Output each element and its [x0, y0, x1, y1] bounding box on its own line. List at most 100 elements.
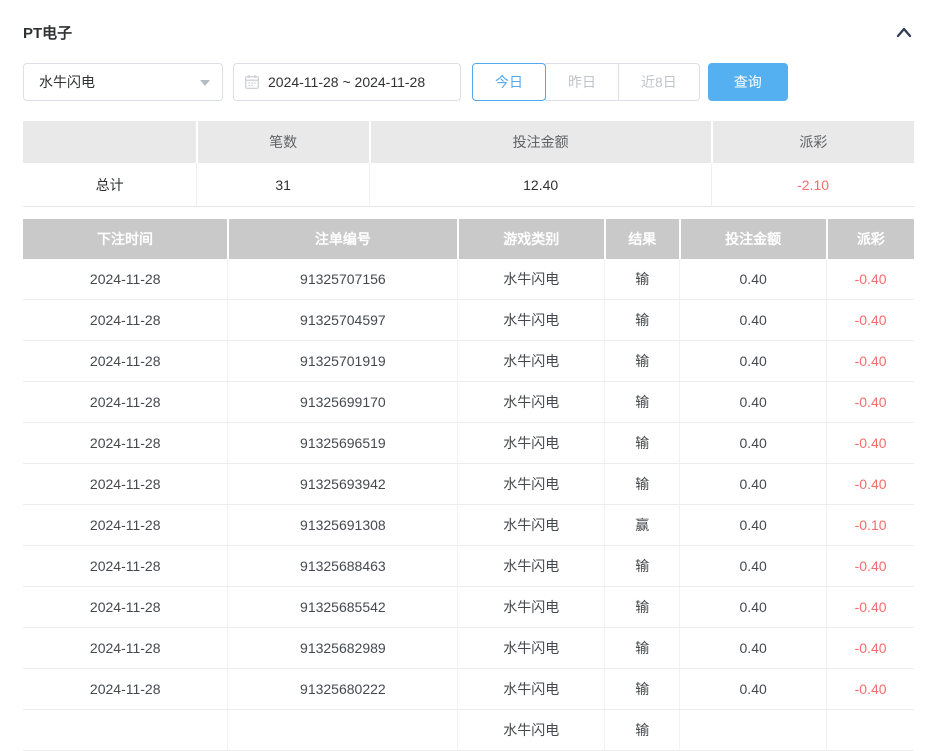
cell-game-type: 水牛闪电	[458, 300, 605, 341]
cell-result: 输	[605, 710, 680, 751]
cell-result: 输	[605, 669, 680, 710]
summary-header-blank	[23, 121, 197, 163]
cell-game-type: 水牛闪电	[458, 546, 605, 587]
cell-order-no: 91325707156	[228, 259, 458, 300]
table-row: 2024-11-2891325688463水牛闪电输0.40-0.40	[23, 546, 914, 587]
date-range-value: 2024-11-28 ~ 2024-11-28	[268, 74, 425, 90]
summary-header-count: 笔数	[197, 121, 370, 163]
chevron-up-icon	[895, 25, 913, 39]
cell-game-type: 水牛闪电	[458, 628, 605, 669]
table-row: 2024-11-2891325704597水牛闪电输0.40-0.40	[23, 300, 914, 341]
cell-result: 输	[605, 628, 680, 669]
cell-payout: -0.40	[827, 546, 914, 587]
cell-bet-amount: 0.40	[680, 546, 827, 587]
last-8-days-button[interactable]: 近8日	[618, 63, 700, 101]
cell-result: 输	[605, 546, 680, 587]
cell-payout: -0.40	[827, 587, 914, 628]
cell-payout: -0.40	[827, 628, 914, 669]
game-select[interactable]: 水牛闪电	[23, 63, 223, 101]
detail-header-bet-time: 下注时间	[23, 219, 228, 259]
query-button[interactable]: 查询	[708, 63, 788, 101]
cell-payout: -0.40	[827, 382, 914, 423]
cell-result: 输	[605, 382, 680, 423]
cell-game-type: 水牛闪电	[458, 382, 605, 423]
cell-bet-time	[23, 710, 228, 751]
cell-bet-amount	[680, 710, 827, 751]
today-button[interactable]: 今日	[472, 63, 546, 101]
cell-bet-amount: 0.40	[680, 464, 827, 505]
cell-bet-time: 2024-11-28	[23, 546, 228, 587]
cell-bet-amount: 0.40	[680, 423, 827, 464]
collapse-panel-button[interactable]	[894, 22, 914, 42]
cell-bet-amount: 0.40	[680, 259, 827, 300]
page-title: PT电子	[23, 22, 72, 43]
cell-result: 输	[605, 464, 680, 505]
cell-game-type: 水牛闪电	[458, 710, 605, 751]
cell-order-no: 91325693942	[228, 464, 458, 505]
table-row: 2024-11-2891325696519水牛闪电输0.40-0.40	[23, 423, 914, 464]
table-row: 水牛闪电输	[23, 710, 914, 751]
summary-header-payout: 派彩	[712, 121, 914, 163]
detail-header-game-type: 游戏类别	[458, 219, 605, 259]
detail-header-bet-amount: 投注金额	[680, 219, 827, 259]
table-row: 2024-11-2891325693942水牛闪电输0.40-0.40	[23, 464, 914, 505]
cell-game-type: 水牛闪电	[458, 464, 605, 505]
table-row: 2024-11-2891325701919水牛闪电输0.40-0.40	[23, 341, 914, 382]
cell-order-no: 91325701919	[228, 341, 458, 382]
cell-bet-amount: 0.40	[680, 382, 827, 423]
summary-total-count: 31	[197, 163, 370, 207]
cell-bet-time: 2024-11-28	[23, 423, 228, 464]
cell-result: 输	[605, 259, 680, 300]
detail-header-order-no: 注单编号	[228, 219, 458, 259]
yesterday-button[interactable]: 昨日	[545, 63, 619, 101]
cell-bet-time: 2024-11-28	[23, 505, 228, 546]
cell-payout: -0.40	[827, 669, 914, 710]
cell-bet-time: 2024-11-28	[23, 259, 228, 300]
cell-bet-time: 2024-11-28	[23, 669, 228, 710]
caret-down-icon	[200, 80, 210, 86]
cell-result: 输	[605, 587, 680, 628]
cell-payout: -0.40	[827, 464, 914, 505]
detail-header-result: 结果	[605, 219, 680, 259]
cell-order-no: 91325680222	[228, 669, 458, 710]
cell-order-no: 91325699170	[228, 382, 458, 423]
cell-payout: -0.40	[827, 259, 914, 300]
cell-bet-time: 2024-11-28	[23, 300, 228, 341]
cell-order-no: 91325682989	[228, 628, 458, 669]
cell-result: 输	[605, 341, 680, 382]
cell-game-type: 水牛闪电	[458, 587, 605, 628]
table-row: 2024-11-2891325699170水牛闪电输0.40-0.40	[23, 382, 914, 423]
cell-bet-amount: 0.40	[680, 341, 827, 382]
cell-order-no: 91325704597	[228, 300, 458, 341]
cell-order-no: 91325691308	[228, 505, 458, 546]
cell-payout: -0.40	[827, 300, 914, 341]
summary-total-label: 总计	[23, 163, 197, 207]
cell-game-type: 水牛闪电	[458, 669, 605, 710]
summary-total-row: 总计 31 12.40 -2.10	[23, 163, 914, 207]
cell-result: 输	[605, 423, 680, 464]
cell-order-no: 91325688463	[228, 546, 458, 587]
cell-bet-time: 2024-11-28	[23, 587, 228, 628]
detail-header-payout: 派彩	[827, 219, 914, 259]
table-row: 2024-11-2891325680222水牛闪电输0.40-0.40	[23, 669, 914, 710]
table-row: 2024-11-2891325685542水牛闪电输0.40-0.40	[23, 587, 914, 628]
cell-bet-time: 2024-11-28	[23, 341, 228, 382]
cell-bet-time: 2024-11-28	[23, 464, 228, 505]
cell-game-type: 水牛闪电	[458, 259, 605, 300]
summary-total-payout: -2.10	[712, 163, 914, 207]
cell-order-no: 91325696519	[228, 423, 458, 464]
cell-order-no	[228, 710, 458, 751]
game-select-value: 水牛闪电	[39, 72, 95, 92]
cell-bet-amount: 0.40	[680, 669, 827, 710]
table-row: 2024-11-2891325691308水牛闪电赢0.40-0.10	[23, 505, 914, 546]
cell-payout: -0.40	[827, 341, 914, 382]
quick-date-button-group: 今日 昨日 近8日	[472, 63, 700, 101]
filter-controls: 水牛闪电 2024-11-28 ~ 2024-11-28	[23, 63, 914, 101]
date-range-input[interactable]: 2024-11-28 ~ 2024-11-28	[233, 63, 461, 101]
cell-bet-time: 2024-11-28	[23, 628, 228, 669]
summary-header-row: 笔数 投注金额 派彩	[23, 121, 914, 163]
cell-bet-amount: 0.40	[680, 587, 827, 628]
top-bar: PT电子	[23, 22, 914, 42]
page-container: PT电子 水牛闪电	[0, 22, 937, 751]
cell-order-no: 91325685542	[228, 587, 458, 628]
